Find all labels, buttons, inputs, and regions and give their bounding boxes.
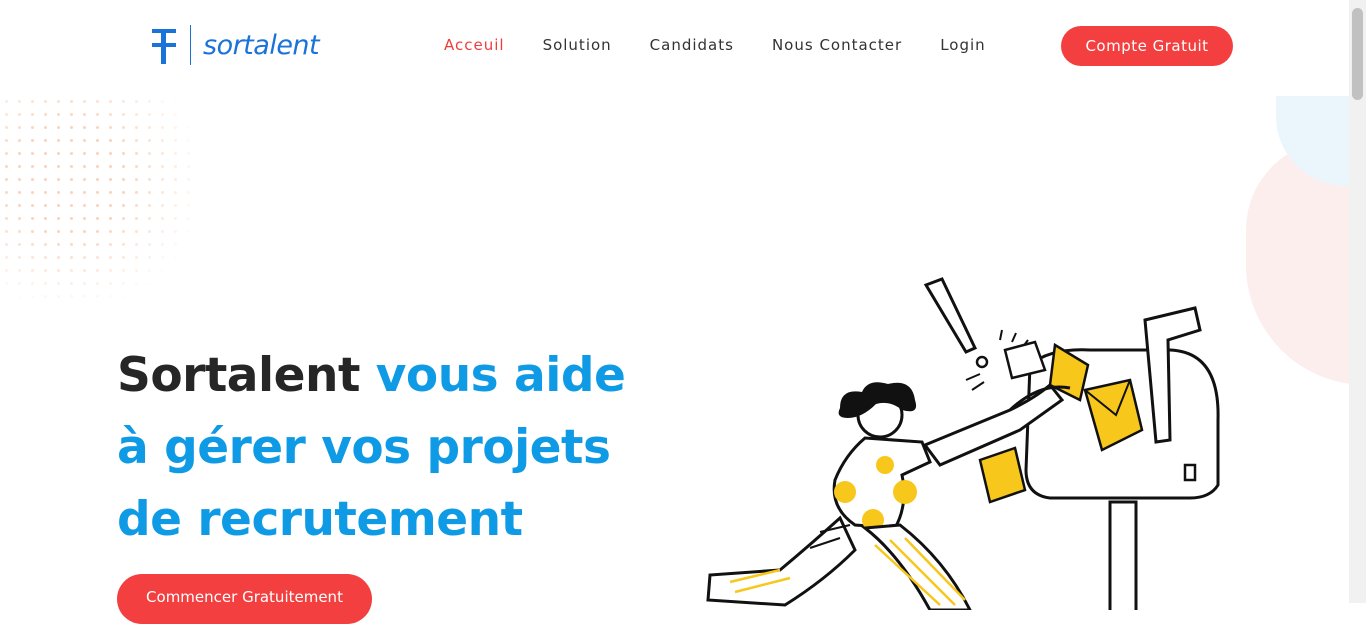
start-free-button[interactable]: Commencer Gratuitement — [117, 574, 372, 624]
free-account-button[interactable]: Compte Gratuit — [1061, 26, 1233, 66]
hero-title-line-2: à gérer vos projets — [117, 420, 611, 475]
nav-item-login[interactable]: Login — [940, 36, 985, 54]
watermark — [760, 448, 772, 488]
main-nav: Acceuil Solution Candidats Nous Contacte… — [444, 36, 1024, 54]
nav-item-accueil[interactable]: Acceuil — [444, 36, 505, 54]
hero-title: Sortalent vous aide à gérer vos projets … — [117, 340, 677, 556]
dot-pattern-fade — [0, 95, 200, 305]
vertical-scrollbar[interactable] — [1349, 0, 1366, 603]
scrollbar-thumb[interactable] — [1352, 8, 1363, 100]
logo-text: sortalent — [203, 29, 320, 61]
hero-title-brand: Sortalent — [117, 348, 376, 403]
nav-item-candidats[interactable]: Candidats — [650, 36, 734, 54]
nav-item-solution[interactable]: Solution — [543, 36, 612, 54]
person-pushing-mailbox-illustration — [706, 277, 1220, 610]
sortalent-logo-icon — [152, 29, 176, 64]
hero-title-line-3: de recrutement — [117, 492, 523, 547]
hero-title-line-1: vous aide — [375, 348, 626, 403]
site-header: sortalent Acceuil Solution Candidats Nou… — [0, 0, 1349, 92]
logo[interactable]: sortalent — [150, 25, 320, 65]
nav-item-contact[interactable]: Nous Contacter — [772, 36, 902, 54]
logo-separator — [190, 25, 191, 65]
